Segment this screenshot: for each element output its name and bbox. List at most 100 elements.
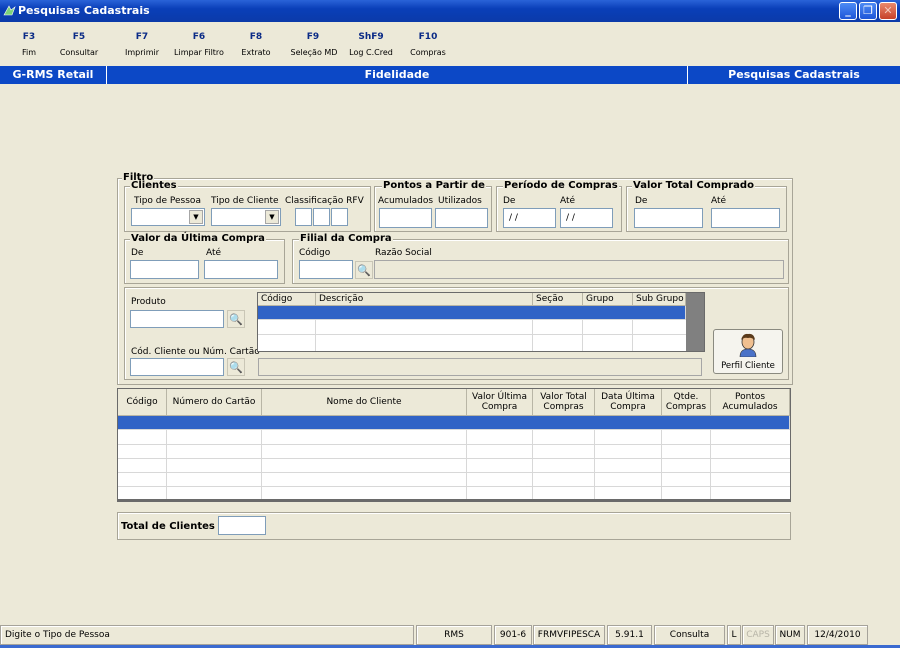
results-col-pontos[interactable]: Pontos Acumulados <box>711 389 790 416</box>
status-message: Digite o Tipo de Pessoa <box>0 625 414 645</box>
rfv-r-field[interactable] <box>295 208 312 226</box>
valor-ultima-de-field[interactable] <box>130 260 199 279</box>
status-form: FRMVFIPESCA <box>533 625 605 645</box>
results-grid[interactable]: Código Número do Cartão Nome do Cliente … <box>117 388 791 502</box>
toolbar-key-f7[interactable]: F7 <box>131 32 153 42</box>
total-clientes-field <box>218 516 266 535</box>
valor-total-de-label: De <box>635 196 648 206</box>
binoculars-icon[interactable]: 🔍 <box>227 358 245 376</box>
cod-cliente-label: Cód. Cliente ou Núm. Cartão <box>131 347 260 357</box>
produto-grid[interactable]: Código Descrição Seção Grupo Sub Grupo <box>257 292 705 352</box>
results-col-valor-total[interactable]: Valor Total Compras <box>533 389 595 416</box>
binoculars-icon[interactable]: 🔍 <box>355 261 373 279</box>
pontos-acumulados-field[interactable] <box>379 208 432 228</box>
results-col-numero-cartao[interactable]: Número do Cartão <box>167 389 262 416</box>
table-row[interactable] <box>258 320 686 351</box>
status-num: NUM <box>775 625 805 645</box>
produto-col-secao[interactable]: Seção <box>533 293 583 306</box>
classificacao-rfv-label: Classificação RFV <box>285 196 364 206</box>
filial-codigo-field[interactable] <box>299 260 353 279</box>
valor-total-ate-label: Até <box>711 196 727 206</box>
produto-field[interactable] <box>130 310 224 328</box>
toolbar-key-f6[interactable]: F6 <box>188 32 210 42</box>
perfil-cliente-label: Perfil Cliente <box>721 361 775 371</box>
valor-total-de-field[interactable] <box>634 208 703 228</box>
filial-razao-field <box>374 260 784 279</box>
toolbar-log-ccred-button[interactable]: Log C.Cred <box>344 48 398 57</box>
table-row[interactable] <box>118 416 790 430</box>
valor-total-title: Valor Total Comprado <box>632 180 755 191</box>
filial-codigo-label: Código <box>299 248 331 258</box>
rfv-f-field[interactable] <box>313 208 330 226</box>
table-row[interactable] <box>118 430 790 501</box>
binoculars-icon[interactable]: 🔍 <box>227 310 245 328</box>
utilizados-label: Utilizados <box>438 196 482 206</box>
table-row[interactable] <box>258 306 686 320</box>
toolbar-extrato-button[interactable]: Extrato <box>236 48 276 57</box>
app-icon <box>3 5 16 16</box>
clientes-title: Clientes <box>130 180 178 191</box>
tipo-pessoa-select[interactable]: ▼ <box>131 208 205 226</box>
results-col-codigo[interactable]: Código <box>118 389 167 416</box>
status-version: 5.91.1 <box>607 625 652 645</box>
toolbar-key-f5[interactable]: F5 <box>68 32 90 42</box>
status-code: 901-6 <box>494 625 532 645</box>
total-clientes-label: Total de Clientes : <box>121 521 223 532</box>
toolbar-consultar-button[interactable]: Consultar <box>59 48 99 57</box>
tipo-pessoa-label: Tipo de Pessoa <box>134 196 201 206</box>
toolbar-imprimir-button[interactable]: Imprimir <box>120 48 164 57</box>
results-col-qtde[interactable]: Qtde. Compras <box>662 389 711 416</box>
screen-name: Pesquisas Cadastrais <box>728 68 860 81</box>
status-system: RMS <box>416 625 492 645</box>
cliente-nome-field <box>258 358 702 376</box>
module-header-bar: G-RMS Retail Fidelidade Pesquisas Cadast… <box>0 66 900 84</box>
valor-ultima-ate-field[interactable] <box>204 260 278 279</box>
periodo-ate-label: Até <box>560 196 576 206</box>
person-icon <box>739 333 757 358</box>
status-date: 12/4/2010 <box>807 625 868 645</box>
toolbar-key-shf9[interactable]: ShF9 <box>356 32 386 42</box>
results-col-nome-cliente[interactable]: Nome do Cliente <box>262 389 467 416</box>
status-caps: CAPS <box>742 625 774 645</box>
periodo-title: Período de Compras <box>503 180 619 191</box>
produto-col-codigo[interactable]: Código <box>258 293 316 306</box>
toolbar-key-f9[interactable]: F9 <box>302 32 324 42</box>
toolbar-selecao-md-button[interactable]: Seleção MD <box>287 48 341 57</box>
rfv-v-field[interactable] <box>331 208 348 226</box>
module-name: Fidelidade <box>364 68 430 81</box>
toolbar-compras-button[interactable]: Compras <box>406 48 450 57</box>
produto-col-descricao[interactable]: Descrição <box>316 293 533 306</box>
close-icon[interactable]: ✕ <box>879 2 897 20</box>
periodo-de-label: De <box>503 196 516 206</box>
tipo-cliente-select[interactable]: ▼ <box>211 208 281 226</box>
pontos-utilizados-field[interactable] <box>435 208 488 228</box>
title-bar: Pesquisas Cadastrais _ ❐ ✕ <box>0 0 900 22</box>
produto-col-subgrupo[interactable]: Sub Grupo <box>633 293 686 306</box>
valor-ultima-ate-label: Até <box>206 248 222 258</box>
window-title: Pesquisas Cadastrais <box>18 4 150 17</box>
chevron-down-icon[interactable]: ▼ <box>189 210 203 224</box>
results-col-valor-ultima[interactable]: Valor Última Compra <box>467 389 533 416</box>
periodo-ate-field[interactable]: / / <box>560 208 613 228</box>
valor-total-ate-field[interactable] <box>711 208 780 228</box>
tipo-cliente-label: Tipo de Cliente <box>211 196 279 206</box>
toolbar-key-f10[interactable]: F10 <box>415 32 441 42</box>
toolbar-key-f8[interactable]: F8 <box>245 32 267 42</box>
filial-title: Filial da Compra <box>299 233 393 244</box>
toolbar-limpar-filtro-button[interactable]: Limpar Filtro <box>170 48 228 57</box>
produto-label: Produto <box>131 297 166 307</box>
app-name: G-RMS Retail <box>12 68 94 81</box>
cod-cliente-field[interactable] <box>130 358 224 376</box>
perfil-cliente-button[interactable]: Perfil Cliente <box>713 329 783 374</box>
periodo-de-field[interactable]: / / <box>503 208 556 228</box>
toolbar-key-f3[interactable]: F3 <box>18 32 40 42</box>
results-col-data-ultima[interactable]: Data Última Compra <box>595 389 662 416</box>
chevron-down-icon[interactable]: ▼ <box>265 210 279 224</box>
acumulados-label: Acumulados <box>378 196 434 206</box>
filial-razao-label: Razão Social <box>375 248 432 258</box>
restore-icon[interactable]: ❐ <box>859 2 877 20</box>
minimize-icon[interactable]: _ <box>839 2 857 20</box>
produto-col-grupo[interactable]: Grupo <box>583 293 633 306</box>
valor-ultima-de-label: De <box>131 248 144 258</box>
toolbar-fim-button[interactable]: Fim <box>14 48 44 57</box>
